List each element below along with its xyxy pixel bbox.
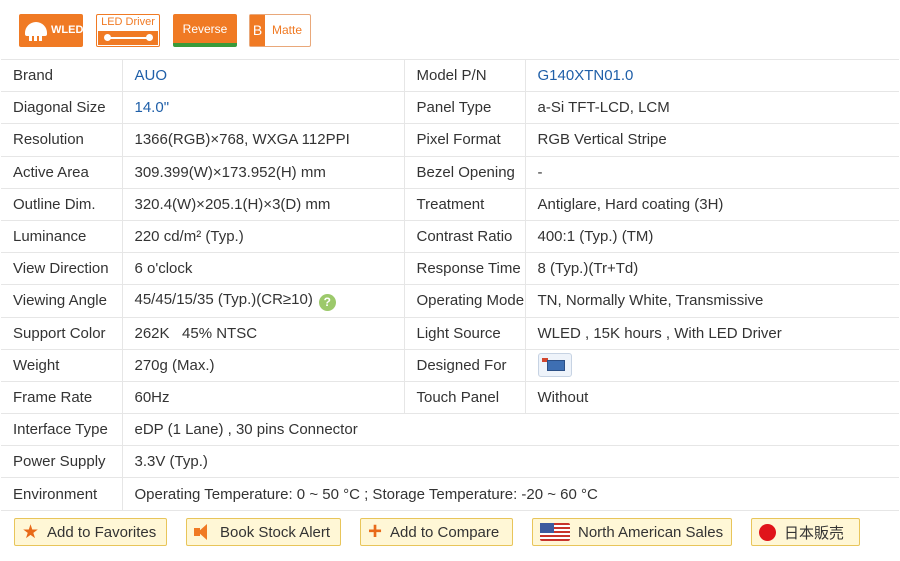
plus-icon: + xyxy=(368,518,383,545)
spec-label: Touch Panel xyxy=(403,380,526,415)
spec-value: 60Hz xyxy=(121,380,405,415)
spec-value: Antiglare, Hard coating (3H) xyxy=(524,187,899,221)
spec-value: 320.4(W)×205.1(H)×3(D) mm xyxy=(121,187,405,221)
spec-value: WLED , 15K hours , With LED Driver xyxy=(524,316,899,350)
table-row: Resolution 1366(RGB)×768, WXGA 112PPI Pi… xyxy=(1,123,899,157)
spec-label: Designed For xyxy=(403,348,526,382)
table-row: Outline Dim. 320.4(W)×205.1(H)×3(D) mm T… xyxy=(1,187,899,221)
reverse-icon: Reverse xyxy=(173,14,237,47)
table-row: View Direction 6 o'clock Response Time 8… xyxy=(1,252,899,286)
table-row: Environment Operating Temperature: 0 ~ 5… xyxy=(1,477,899,511)
spec-label: Support Color xyxy=(1,316,123,350)
spec-label: Panel Type xyxy=(403,91,526,125)
north-american-sales-label: North American Sales xyxy=(578,523,724,541)
help-icon[interactable]: ? xyxy=(318,293,336,311)
spec-value: Operating Temperature: 0 ~ 50 °C ; Stora… xyxy=(121,477,899,511)
spec-value: TN, Normally White, Transmissive xyxy=(524,284,899,318)
table-row: Diagonal Size 14.0" Panel Type a-Si TFT-… xyxy=(1,91,899,125)
diagonal-link[interactable]: 14.0" xyxy=(121,91,405,125)
spec-label: Resolution xyxy=(1,123,123,157)
spec-label: Environment xyxy=(1,477,123,511)
spec-label: Weight xyxy=(1,348,123,382)
table-row: Interface Type eDP (1 Lane) , 30 pins Co… xyxy=(1,413,899,447)
north-american-sales-button[interactable]: North American Sales xyxy=(532,518,732,546)
table-row: Brand AUO Model P/N G140XTN01.0 xyxy=(1,58,899,93)
spec-label: View Direction xyxy=(1,252,123,286)
spec-label: Treatment xyxy=(403,187,526,221)
wled-badge-label: WLED xyxy=(51,24,84,36)
spec-value: 309.399(W)×173.952(H) mm xyxy=(121,155,405,189)
designed-for-cell xyxy=(524,348,899,382)
japan-sales-label: 日本販売 xyxy=(784,523,845,542)
spec-value: 220 cd/m² (Typ.) xyxy=(121,219,405,254)
wled-icon: WLED xyxy=(19,14,83,47)
spec-value: a-Si TFT-LCD, LCM xyxy=(524,91,899,125)
spec-label: Contrast Ratio xyxy=(403,219,526,254)
spec-value: RGB Vertical Stripe xyxy=(524,123,899,157)
spec-value: - xyxy=(524,155,899,189)
spec-label: Outline Dim. xyxy=(1,187,123,221)
spec-label: Power Supply xyxy=(1,445,123,479)
spec-label: Pixel Format xyxy=(403,123,526,157)
japan-flag-icon xyxy=(759,523,776,541)
book-stock-alert-button[interactable]: Book Stock Alert xyxy=(186,518,341,546)
spec-label: Viewing Angle xyxy=(1,284,123,318)
spec-value: 1366(RGB)×768, WXGA 112PPI xyxy=(121,123,405,157)
matte-icon: B Matte xyxy=(249,14,311,47)
book-stock-alert-label: Book Stock Alert xyxy=(220,523,331,541)
spec-label: Active Area xyxy=(1,155,123,189)
spec-value: eDP (1 Lane) , 30 pins Connector xyxy=(121,413,899,447)
table-row: Power Supply 3.3V (Typ.) xyxy=(1,445,899,479)
table-row: Support Color 262K 45% NTSC Light Source… xyxy=(1,316,899,350)
spec-value: 45/45/15/35 (Typ.)(CR≥10) xyxy=(134,290,313,308)
led-driver-icon: LED Driver xyxy=(96,14,160,47)
spec-label: Light Source xyxy=(403,316,526,350)
spec-value: 8 (Typ.)(Tr+Td) xyxy=(524,252,899,286)
star-icon: ★ xyxy=(22,521,40,543)
spec-value: 400:1 (Typ.) (TM) xyxy=(524,219,899,254)
brand-link[interactable]: AUO xyxy=(121,58,405,93)
monitor-icon[interactable] xyxy=(537,353,572,378)
spec-label: Luminance xyxy=(1,219,123,254)
spec-label: Diagonal Size xyxy=(1,91,123,125)
us-flag-icon xyxy=(540,523,570,541)
add-to-compare-button[interactable]: + Add to Compare xyxy=(360,518,513,546)
spec-label: Brand xyxy=(1,58,123,93)
spec-label: Operating Mode xyxy=(403,284,526,318)
speaker-icon xyxy=(194,524,212,540)
led-driver-badge-label: LED Driver xyxy=(101,16,155,28)
spec-label: Model P/N xyxy=(403,58,526,93)
table-row: Viewing Angle 45/45/15/35 (Typ.)(CR≥10)?… xyxy=(1,284,899,318)
spec-value: Without xyxy=(524,380,899,415)
spec-label: Bezel Opening xyxy=(403,155,526,189)
table-row: Frame Rate 60Hz Touch Panel Without xyxy=(1,380,899,415)
spec-label: Response Time xyxy=(403,252,526,286)
add-to-compare-label: Add to Compare xyxy=(390,523,500,541)
spec-label: Interface Type xyxy=(1,413,123,447)
add-to-favorites-button[interactable]: ★ Add to Favorites xyxy=(14,518,167,546)
matte-badge-letter: B xyxy=(250,15,265,46)
table-row: Weight 270g (Max.) Designed For xyxy=(1,348,899,382)
spec-value-cell: 45/45/15/35 (Typ.)(CR≥10)? xyxy=(121,284,405,318)
matte-badge-label: Matte xyxy=(272,23,303,37)
table-row: Luminance 220 cd/m² (Typ.) Contrast Rati… xyxy=(1,219,899,254)
spec-value: 262K 45% NTSC xyxy=(121,316,405,350)
japan-sales-button[interactable]: 日本販売 xyxy=(751,518,860,546)
table-row: Active Area 309.399(W)×173.952(H) mm Bez… xyxy=(1,155,899,189)
spec-value: 3.3V (Typ.) xyxy=(121,445,899,479)
add-to-favorites-label: Add to Favorites xyxy=(47,523,157,541)
spec-label: Frame Rate xyxy=(1,380,123,415)
reverse-badge-label: Reverse xyxy=(182,22,228,36)
spec-value: 6 o'clock xyxy=(121,252,405,286)
model-link[interactable]: G140XTN01.0 xyxy=(524,58,899,93)
spec-value: 270g (Max.) xyxy=(121,348,405,382)
spec-table: Brand AUO Model P/N G140XTN01.0 Diagonal… xyxy=(1,58,899,511)
